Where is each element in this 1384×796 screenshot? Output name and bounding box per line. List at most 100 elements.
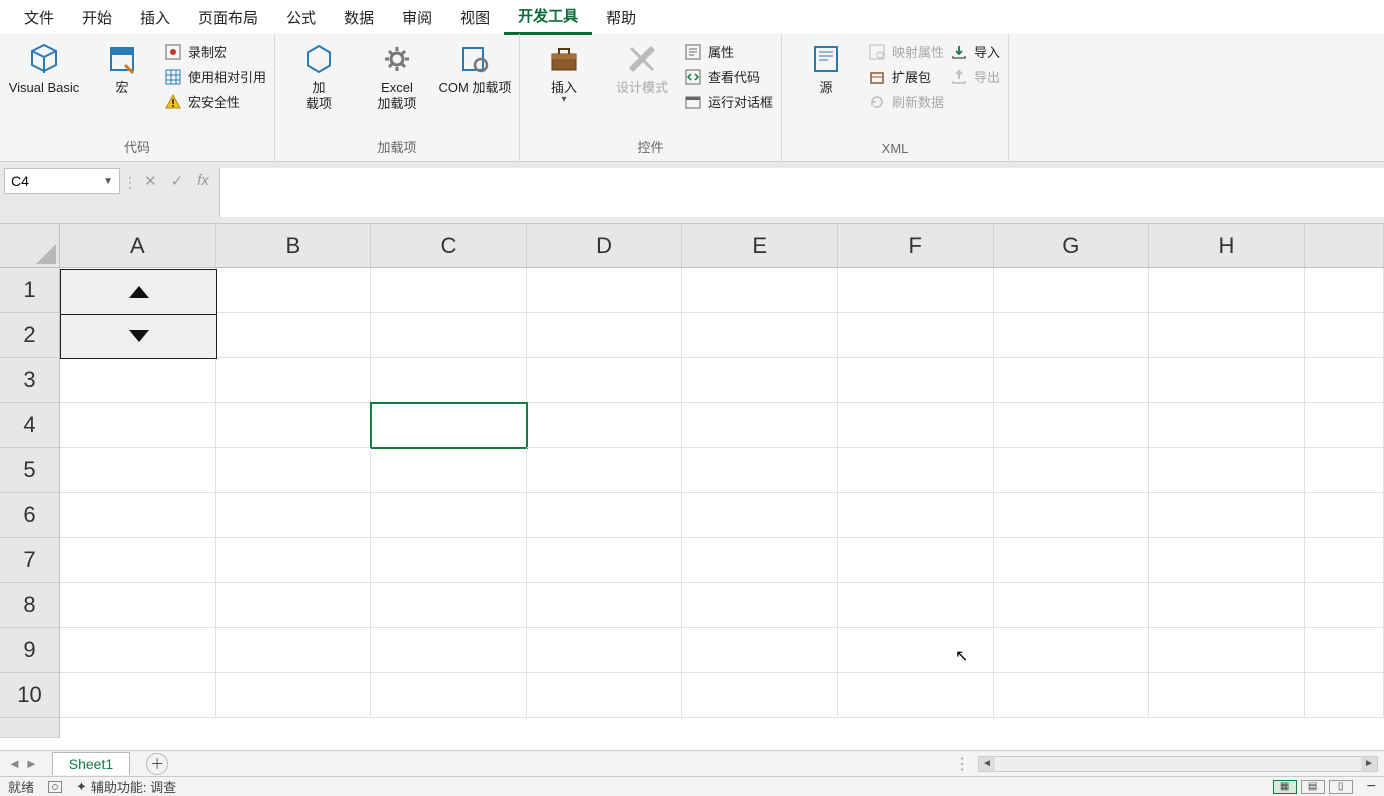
chevron-down-icon[interactable]: ▼ bbox=[103, 176, 113, 187]
cell-E10[interactable] bbox=[682, 673, 838, 718]
cell-partial-3[interactable] bbox=[1305, 358, 1384, 403]
sheet-prev-button[interactable]: ◄ bbox=[8, 756, 21, 771]
cell-H9[interactable] bbox=[1149, 628, 1305, 673]
cell-B5[interactable] bbox=[216, 448, 372, 493]
row-header-8[interactable]: 8 bbox=[0, 583, 60, 628]
cell-G3[interactable] bbox=[994, 358, 1150, 403]
cell-F8[interactable] bbox=[838, 583, 994, 628]
cell-B3[interactable] bbox=[216, 358, 372, 403]
cell-C3[interactable] bbox=[371, 358, 527, 403]
cell-C1[interactable] bbox=[371, 268, 527, 313]
cell-B1[interactable] bbox=[216, 268, 372, 313]
cell-H7[interactable] bbox=[1149, 538, 1305, 583]
cell-E2[interactable] bbox=[682, 313, 838, 358]
cell-partial-7[interactable] bbox=[1305, 538, 1384, 583]
visual-basic-button[interactable]: Visual Basic bbox=[8, 38, 80, 96]
select-all-corner[interactable] bbox=[0, 224, 60, 268]
map-properties-button[interactable]: 映射属性 bbox=[868, 42, 944, 61]
tab-帮助[interactable]: 帮助 bbox=[592, 1, 650, 34]
cell-C7[interactable] bbox=[371, 538, 527, 583]
row-header-5[interactable]: 5 bbox=[0, 448, 60, 493]
cell-H6[interactable] bbox=[1149, 493, 1305, 538]
name-box[interactable]: C4 ▼ bbox=[4, 168, 120, 194]
cell-H1[interactable] bbox=[1149, 268, 1305, 313]
cell-F6[interactable] bbox=[838, 493, 994, 538]
cell-B8[interactable] bbox=[216, 583, 372, 628]
cell-H3[interactable] bbox=[1149, 358, 1305, 403]
cell-H5[interactable] bbox=[1149, 448, 1305, 493]
row-header-2[interactable]: 2 bbox=[0, 313, 60, 358]
cell-G7[interactable] bbox=[994, 538, 1150, 583]
cell-D8[interactable] bbox=[527, 583, 683, 628]
cell-C10[interactable] bbox=[371, 673, 527, 718]
run-dialog-button[interactable]: 运行对话框 bbox=[684, 92, 773, 111]
tab-审阅[interactable]: 审阅 bbox=[388, 1, 446, 34]
tab-插入[interactable]: 插入 bbox=[126, 1, 184, 34]
cell-G2[interactable] bbox=[994, 313, 1150, 358]
normal-view-button[interactable]: ▦ bbox=[1273, 780, 1297, 794]
cell-E1[interactable] bbox=[682, 268, 838, 313]
cell-C5[interactable] bbox=[371, 448, 527, 493]
cell-D1[interactable] bbox=[527, 268, 683, 313]
spin-down-button[interactable] bbox=[61, 315, 216, 359]
cell-G6[interactable] bbox=[994, 493, 1150, 538]
cell-D5[interactable] bbox=[527, 448, 683, 493]
column-header-partial[interactable] bbox=[1305, 224, 1384, 267]
cell-D10[interactable] bbox=[527, 673, 683, 718]
cell-F1[interactable] bbox=[838, 268, 994, 313]
tab-开始[interactable]: 开始 bbox=[68, 1, 126, 34]
cell-E4[interactable] bbox=[682, 403, 838, 448]
cell-A10[interactable] bbox=[60, 673, 216, 718]
cell-C4[interactable] bbox=[371, 403, 527, 448]
insert-function-button[interactable]: fx bbox=[197, 172, 209, 189]
cell-B6[interactable] bbox=[216, 493, 372, 538]
column-header-C[interactable]: C bbox=[371, 224, 527, 267]
cell-E9[interactable] bbox=[682, 628, 838, 673]
cell-G5[interactable] bbox=[994, 448, 1150, 493]
cell-F4[interactable] bbox=[838, 403, 994, 448]
column-header-A[interactable]: A bbox=[60, 224, 216, 267]
cell-C6[interactable] bbox=[371, 493, 527, 538]
cell-partial-4[interactable] bbox=[1305, 403, 1384, 448]
tab-文件[interactable]: 文件 bbox=[10, 1, 68, 34]
sheet-next-button[interactable]: ► bbox=[25, 756, 38, 771]
cell-partial-10[interactable] bbox=[1305, 673, 1384, 718]
cell-G1[interactable] bbox=[994, 268, 1150, 313]
hscroll-grip[interactable]: ⋮ bbox=[954, 754, 970, 774]
column-header-H[interactable]: H bbox=[1149, 224, 1305, 267]
cell-E7[interactable] bbox=[682, 538, 838, 583]
cell-D6[interactable] bbox=[527, 493, 683, 538]
cell-B4[interactable] bbox=[216, 403, 372, 448]
record-macro-button[interactable]: 录制宏 bbox=[164, 42, 266, 61]
row-header-1[interactable]: 1 bbox=[0, 268, 60, 313]
column-header-F[interactable]: F bbox=[838, 224, 994, 267]
cell-A5[interactable] bbox=[60, 448, 216, 493]
cell-E8[interactable] bbox=[682, 583, 838, 628]
cell-F3[interactable] bbox=[838, 358, 994, 403]
cell-A3[interactable] bbox=[60, 358, 216, 403]
cell-A4[interactable] bbox=[60, 403, 216, 448]
excel-addins-button[interactable]: Excel 加载项 bbox=[361, 38, 433, 113]
accessibility-status[interactable]: ✦ 辅助功能: 调查 bbox=[76, 777, 176, 796]
zoom-out-button[interactable]: − bbox=[1367, 778, 1376, 796]
cell-F7[interactable] bbox=[838, 538, 994, 583]
row-header-4[interactable]: 4 bbox=[0, 403, 60, 448]
hscroll-left-button[interactable]: ◄ bbox=[979, 757, 995, 771]
row-header-3[interactable]: 3 bbox=[0, 358, 60, 403]
page-break-view-button[interactable]: ▯ bbox=[1329, 780, 1353, 794]
row-header-9[interactable]: 9 bbox=[0, 628, 60, 673]
cell-A9[interactable] bbox=[60, 628, 216, 673]
expansion-packs-button[interactable]: 扩展包 bbox=[868, 67, 944, 86]
xml-source-button[interactable]: 源 bbox=[790, 38, 862, 96]
cell-F10[interactable] bbox=[838, 673, 994, 718]
formula-input[interactable] bbox=[219, 168, 1384, 217]
cell-E3[interactable] bbox=[682, 358, 838, 403]
cell-partial-9[interactable] bbox=[1305, 628, 1384, 673]
column-header-E[interactable]: E bbox=[682, 224, 838, 267]
column-header-G[interactable]: G bbox=[994, 224, 1150, 267]
com-addins-button[interactable]: COM 加载项 bbox=[439, 38, 511, 96]
page-layout-view-button[interactable]: ▤ bbox=[1301, 780, 1325, 794]
cell-E5[interactable] bbox=[682, 448, 838, 493]
tab-公式[interactable]: 公式 bbox=[272, 1, 330, 34]
cell-partial-5[interactable] bbox=[1305, 448, 1384, 493]
